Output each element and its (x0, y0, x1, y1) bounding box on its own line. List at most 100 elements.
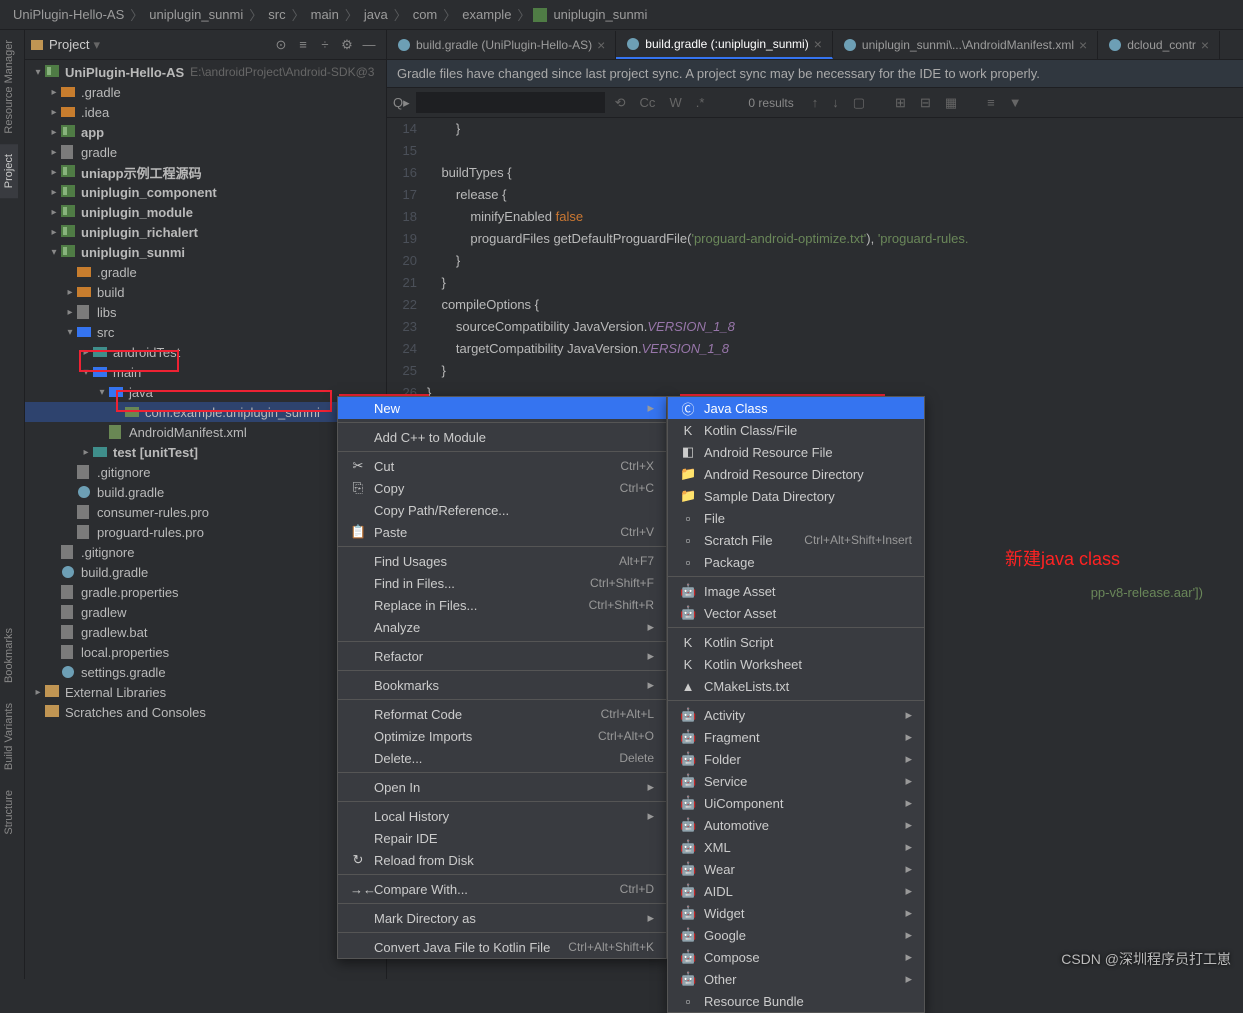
editor-tab[interactable]: uniplugin_sunmi\...\AndroidManifest.xml× (833, 31, 1098, 59)
tree-item[interactable]: ▾java (25, 382, 386, 402)
tree-item[interactable]: gradlew (25, 602, 386, 622)
menu-item[interactable]: Add C++ to Module (338, 426, 666, 448)
tree-item[interactable]: com.example.uniplugin_sunmi (25, 402, 386, 422)
menu-item[interactable]: 🤖Compose▸ (668, 946, 924, 968)
sidebar-btn-4[interactable]: ⚙ (336, 34, 358, 56)
find-w[interactable]: W (665, 95, 685, 110)
find-add[interactable]: ⊞ (891, 95, 910, 111)
tree-item[interactable]: ▸uniplugin_component (25, 182, 386, 202)
menu-item[interactable]: New▸ (338, 397, 666, 419)
menu-item[interactable]: Copy Path/Reference... (338, 499, 666, 521)
menu-item[interactable]: Reformat CodeCtrl+Alt+L (338, 703, 666, 725)
breadcrumb-item[interactable]: uniplugin_sunmi (550, 7, 650, 22)
breadcrumb-item[interactable]: main (308, 7, 342, 22)
menu-item[interactable]: 🤖Folder▸ (668, 748, 924, 770)
menu-item[interactable]: 📁Sample Data Directory (668, 485, 924, 507)
tree-item[interactable]: build.gradle (25, 562, 386, 582)
menu-item[interactable]: Optimize ImportsCtrl+Alt+O (338, 725, 666, 747)
find-cc[interactable]: Cc (636, 95, 660, 110)
menu-item[interactable]: ▫Package (668, 551, 924, 573)
menu-item[interactable]: 🤖Fragment▸ (668, 726, 924, 748)
menu-item[interactable]: Refactor▸ (338, 645, 666, 667)
tree-item[interactable]: .gitignore (25, 462, 386, 482)
menu-item[interactable]: Repair IDE (338, 827, 666, 849)
tree-item[interactable]: ▾src (25, 322, 386, 342)
menu-item[interactable]: 🤖Activity▸ (668, 704, 924, 726)
tree-item[interactable]: gradle.properties (25, 582, 386, 602)
menu-item[interactable]: ▲CMakeLists.txt (668, 675, 924, 697)
find-input[interactable] (416, 92, 605, 113)
menu-item[interactable]: 🤖XML▸ (668, 836, 924, 858)
tree-item[interactable]: ▸.idea (25, 102, 386, 122)
editor-tab[interactable]: build.gradle (UniPlugin-Hello-AS)× (387, 31, 616, 59)
menu-item[interactable]: ↻Reload from Disk (338, 849, 666, 871)
project-tree[interactable]: ▾UniPlugin-Hello-ASE:\androidProject\And… (25, 60, 386, 979)
tree-item[interactable]: ▸test [unitTest] (25, 442, 386, 462)
menu-item[interactable]: Analyze▸ (338, 616, 666, 638)
menu-item[interactable]: ⒸJava Class (668, 397, 924, 419)
tree-item[interactable]: gradlew.bat (25, 622, 386, 642)
menu-item[interactable]: Find in Files...Ctrl+Shift+F (338, 572, 666, 594)
menu-item[interactable]: 🤖Image Asset (668, 580, 924, 602)
menu-item[interactable]: Mark Directory as▸ (338, 907, 666, 929)
tool-project[interactable]: Project (0, 144, 18, 198)
menu-item[interactable]: →←Compare With...Ctrl+D (338, 878, 666, 900)
menu-item[interactable]: Open In▸ (338, 776, 666, 798)
scratches[interactable]: Scratches and Consoles (25, 702, 386, 722)
menu-item[interactable]: ✂CutCtrl+X (338, 455, 666, 477)
tree-item[interactable]: ▸app (25, 122, 386, 142)
find-up[interactable]: ↑ (808, 95, 823, 110)
close-icon[interactable]: × (814, 36, 822, 52)
tool-build-variants[interactable]: Build Variants (0, 693, 18, 780)
breadcrumb-item[interactable]: UniPlugin-Hello-AS (10, 7, 127, 22)
find-regex[interactable]: .* (692, 95, 709, 110)
menu-item[interactable]: 🤖Automotive▸ (668, 814, 924, 836)
find-rem[interactable]: ⊟ (916, 95, 935, 111)
tree-item[interactable]: ▸uniapp示例工程源码 (25, 162, 386, 182)
menu-item[interactable]: 🤖Other▸ (668, 968, 924, 990)
sidebar-btn-1[interactable]: ⊙ (270, 34, 292, 56)
close-icon[interactable]: × (597, 37, 605, 53)
new-submenu[interactable]: ⒸJava ClassKKotlin Class/File◧Android Re… (667, 396, 925, 1013)
menu-item[interactable]: Delete...Delete (338, 747, 666, 769)
find-prev[interactable]: ⟲ (611, 95, 630, 111)
menu-item[interactable]: Replace in Files...Ctrl+Shift+R (338, 594, 666, 616)
tool-bookmarks[interactable]: Bookmarks (0, 618, 18, 693)
tree-item[interactable]: ▸uniplugin_richalert (25, 222, 386, 242)
menu-item[interactable]: ⎘CopyCtrl+C (338, 477, 666, 499)
tree-item[interactable]: .gradle (25, 262, 386, 282)
tree-item[interactable]: local.properties (25, 642, 386, 662)
breadcrumb-item[interactable]: example (459, 7, 514, 22)
tree-item[interactable]: ▸gradle (25, 142, 386, 162)
sidebar-btn-2[interactable]: ≡ (292, 34, 314, 56)
menu-item[interactable]: 🤖Vector Asset (668, 602, 924, 624)
find-all[interactable]: ▦ (941, 95, 961, 111)
menu-item[interactable]: KKotlin Worksheet (668, 653, 924, 675)
menu-item[interactable]: 🤖Google▸ (668, 924, 924, 946)
menu-item[interactable]: ▫Scratch FileCtrl+Alt+Shift+Insert (668, 529, 924, 551)
menu-item[interactable]: Convert Java File to Kotlin FileCtrl+Alt… (338, 936, 666, 958)
tool-structure[interactable]: Structure (0, 780, 18, 845)
editor-tab[interactable]: build.gradle (:uniplugin_sunmi)× (616, 31, 833, 59)
breadcrumb-item[interactable]: java (361, 7, 391, 22)
tree-item[interactable]: build.gradle (25, 482, 386, 502)
menu-item[interactable]: 🤖Wear▸ (668, 858, 924, 880)
context-menu[interactable]: New▸ Add C++ to Module ✂CutCtrl+X⎘CopyCtrl… (337, 396, 667, 959)
tree-item[interactable]: ▾main (25, 362, 386, 382)
external-libs[interactable]: ▸External Libraries (25, 682, 386, 702)
tree-item[interactable]: ▸androidTest (25, 342, 386, 362)
menu-item[interactable]: ▫File (668, 507, 924, 529)
menu-item[interactable]: ▫Resource Bundle (668, 990, 924, 1012)
menu-item[interactable]: KKotlin Script (668, 631, 924, 653)
tree-item[interactable]: proguard-rules.pro (25, 522, 386, 542)
menu-item[interactable]: 📋PasteCtrl+V (338, 521, 666, 543)
sidebar-btn-3[interactable]: ÷ (314, 34, 336, 56)
menu-item[interactable]: 📁Android Resource Directory (668, 463, 924, 485)
tree-item[interactable]: consumer-rules.pro (25, 502, 386, 522)
close-icon[interactable]: × (1079, 37, 1087, 53)
tree-root[interactable]: ▾UniPlugin-Hello-ASE:\androidProject\And… (25, 62, 386, 82)
tree-item[interactable]: ▸build (25, 282, 386, 302)
find-down[interactable]: ↓ (828, 95, 843, 110)
menu-item[interactable]: Local History▸ (338, 805, 666, 827)
breadcrumb-item[interactable]: com (410, 7, 441, 22)
